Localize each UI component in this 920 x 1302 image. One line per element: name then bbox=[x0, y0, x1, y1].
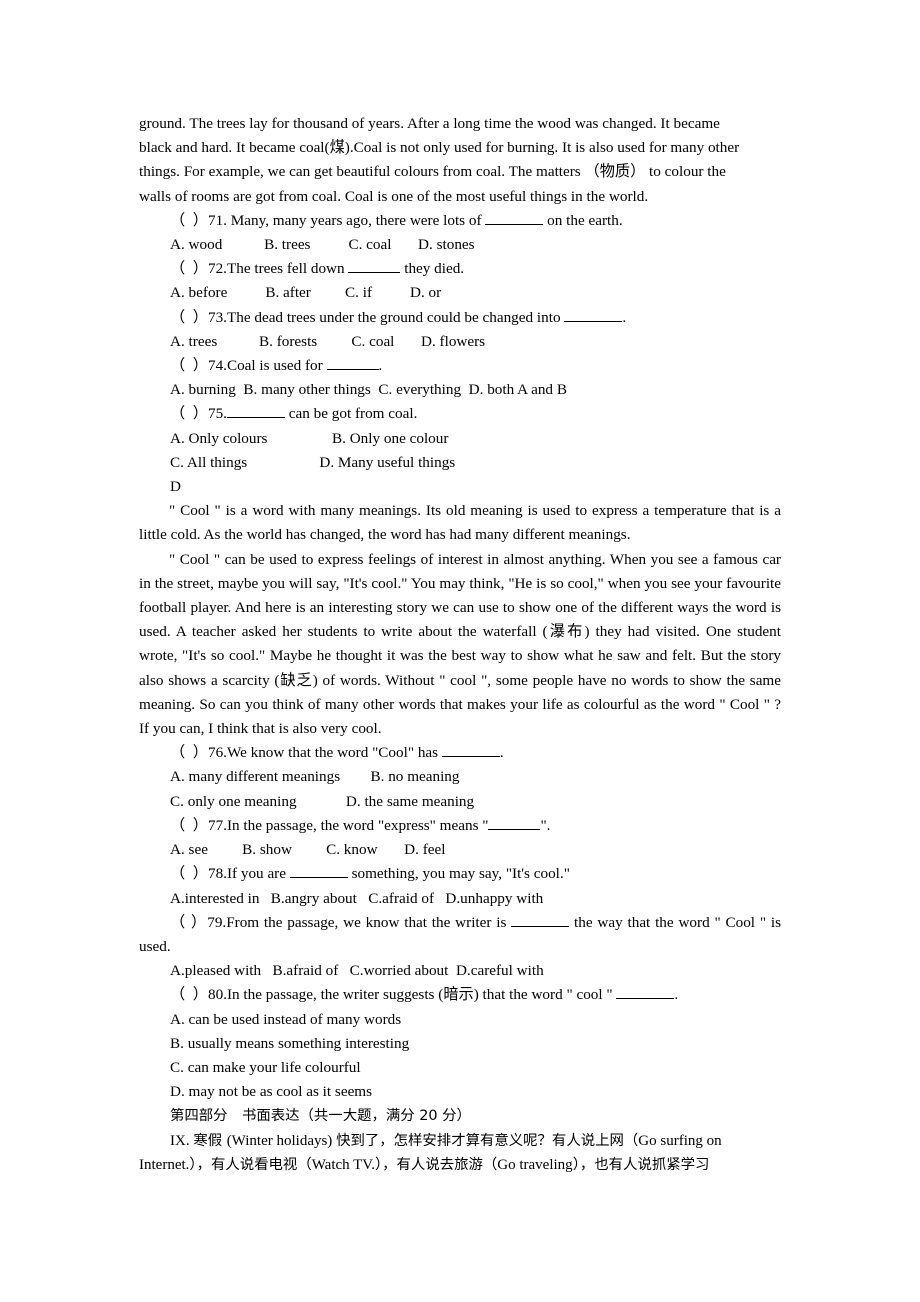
section-four: 第四部分 书面表达（共一大题，满分 20 分） IX. 寒假 (Winter h… bbox=[139, 1104, 781, 1177]
question-72-stem: （ ）72.The trees fell down they died. bbox=[139, 257, 781, 281]
passage-coal-line-3: things. For example, we can get beautifu… bbox=[139, 163, 726, 181]
question-76-stem-suffix: . bbox=[499, 744, 504, 762]
passage-cool: " Cool " is a word with many meanings. I… bbox=[139, 499, 781, 741]
question-71-blank bbox=[485, 223, 544, 225]
question-77-options[interactable]: A. see B. show C. know D. feel bbox=[139, 838, 781, 862]
question-78-stem-suffix: something, you may say, "It's cool." bbox=[347, 865, 570, 883]
section-four-prompt-line-2: Internet.），有人说看电视（Watch TV.），有人说去旅游（Go t… bbox=[139, 1153, 781, 1177]
section-four-heading: 第四部分 书面表达（共一大题，满分 20 分） bbox=[170, 1108, 471, 1125]
prompt-line1-cn: 快到了，怎样安排才算有意义呢？有人说上网（ bbox=[336, 1132, 639, 1149]
passage-cool-paragraph-1: " Cool " is a word with many meanings. I… bbox=[139, 502, 781, 544]
question-74-stem-suffix: . bbox=[378, 357, 383, 375]
question-74-stem: （ ）74.Coal is used for . bbox=[139, 354, 781, 378]
question-71-stem: （ ）71. Many, many years ago, there were … bbox=[139, 209, 781, 233]
question-78-stem: （ ）78.If you are something, you may say,… bbox=[139, 862, 781, 886]
question-76-stem: （ ）76.We know that the word "Cool" has . bbox=[139, 741, 781, 765]
passage-coal-line-1: ground. The trees lay for thousand of ye… bbox=[139, 115, 720, 132]
question-79-blank bbox=[511, 925, 570, 927]
answer-mark: D bbox=[170, 478, 181, 496]
section-four-prompt-line-1: IX. 寒假 (Winter holidays) 快到了，怎样安排才算有意义呢？… bbox=[139, 1129, 781, 1153]
question-80-option-c[interactable]: C. can make your life colourful bbox=[139, 1056, 781, 1080]
prompt-travel-cn: ），有人说去旅游（ bbox=[374, 1156, 498, 1173]
question-80-blank bbox=[616, 998, 675, 1000]
question-71-options[interactable]: A. wood B. trees C. coal D. stones bbox=[139, 233, 781, 257]
prompt-go-surfing: Go surfing on bbox=[638, 1132, 722, 1149]
question-76-options-row-2[interactable]: C. only one meaning D. the same meaning bbox=[139, 790, 781, 814]
question-77-stem-suffix: ". bbox=[540, 816, 551, 834]
question-73-blank bbox=[564, 320, 623, 322]
question-74-options[interactable]: A. burning B. many other things C. every… bbox=[139, 378, 781, 402]
question-72-options[interactable]: A. before B. after C. if D. or bbox=[139, 281, 781, 305]
question-72-stem-prefix: （ ）72.The trees fell down bbox=[170, 260, 349, 278]
question-72-stem-suffix: they died. bbox=[400, 260, 465, 278]
prompt-winter-en: (Winter holidays) bbox=[226, 1132, 337, 1149]
question-77-stem: （ ）77.In the passage, the word "express"… bbox=[139, 814, 781, 838]
prompt-roman-numeral: IX. bbox=[170, 1132, 194, 1149]
question-72-blank bbox=[348, 272, 401, 274]
question-76-options-row-1[interactable]: A. many different meanings B. no meaning bbox=[139, 765, 781, 789]
question-80-stem: （ ）80.In the passage, the writer suggest… bbox=[139, 983, 781, 1007]
prompt-watch-tv-en: Watch TV. bbox=[311, 1156, 375, 1173]
question-79-stem-part-1: （ ）79.From the passage, we know that the… bbox=[170, 913, 512, 931]
question-79-options[interactable]: A.pleased with B.afraid of C.worried abo… bbox=[139, 959, 781, 983]
question-80-option-b[interactable]: B. usually means something interesting bbox=[139, 1032, 781, 1056]
question-71-stem-suffix: on the earth. bbox=[543, 211, 623, 229]
question-80-option-a[interactable]: A. can be used instead of many words bbox=[139, 1008, 781, 1032]
question-group-71-75: （ ）71. Many, many years ago, there were … bbox=[139, 209, 781, 499]
question-71-stem-prefix: （ ）71. Many, many years ago, there were … bbox=[170, 211, 486, 229]
question-76-stem-prefix: （ ）76.We know that the word "Cool" has bbox=[170, 744, 442, 762]
prompt-watch-tv-cn: ），有人说看电视（ bbox=[189, 1156, 312, 1173]
question-group-76-80: （ ）76.We know that the word "Cool" has .… bbox=[139, 741, 781, 1104]
question-77-blank bbox=[488, 828, 541, 830]
question-76-blank bbox=[441, 756, 500, 758]
prompt-internet: Internet. bbox=[139, 1156, 190, 1173]
question-75-options-row-2[interactable]: C. All things D. Many useful things bbox=[139, 451, 781, 475]
question-74-blank bbox=[326, 369, 379, 371]
question-80-option-d[interactable]: D. may not be as cool as it seems bbox=[139, 1080, 781, 1104]
question-75-stem-prefix: （ ）75. bbox=[170, 405, 227, 423]
question-75-stem: （ ）75. can be got from coal. bbox=[139, 402, 781, 426]
passage-cool-paragraph-2: " Cool " can be used to express feelings… bbox=[139, 550, 781, 738]
question-74-stem-prefix: （ ）74.Coal is used for bbox=[170, 357, 327, 375]
question-73-stem: （ ）73.The dead trees under the ground co… bbox=[139, 306, 781, 330]
passage-coal: ground. The trees lay for thousand of ye… bbox=[139, 112, 781, 209]
question-75-options-row-1[interactable]: A. Only colours B. Only one colour bbox=[139, 427, 781, 451]
question-80-stem-suffix: . bbox=[674, 986, 679, 1004]
question-80-stem-prefix: （ ）80.In the passage, the writer suggest… bbox=[170, 986, 617, 1004]
document-page: ground. The trees lay for thousand of ye… bbox=[0, 0, 920, 1302]
prompt-study-cn: ），也有人说抓紧学习 bbox=[572, 1156, 710, 1173]
question-78-stem-prefix: （ ）78.If you are bbox=[170, 865, 290, 883]
question-78-blank bbox=[289, 877, 348, 879]
question-73-stem-prefix: （ ）73.The dead trees under the ground co… bbox=[170, 308, 565, 326]
passage-coal-line-2: black and hard. It became coal(煤).Coal i… bbox=[139, 139, 740, 157]
prompt-go-traveling: Go traveling bbox=[497, 1156, 573, 1173]
question-75-blank bbox=[226, 417, 285, 419]
question-78-options[interactable]: A.interested in B.angry about C.afraid o… bbox=[139, 887, 781, 911]
question-73-options[interactable]: A. trees B. forests C. coal D. flowers bbox=[139, 330, 781, 354]
passage-coal-line-4: walls of rooms are got from coal. Coal i… bbox=[139, 187, 649, 205]
question-73-stem-suffix: . bbox=[622, 308, 627, 326]
question-77-stem-prefix: （ ）77.In the passage, the word "express"… bbox=[170, 816, 489, 834]
question-79-stem: （ ）79.From the passage, we know that the… bbox=[139, 911, 781, 959]
question-75-stem-suffix: can be got from coal. bbox=[284, 405, 418, 423]
prompt-winter-cn: 寒假 bbox=[193, 1132, 227, 1149]
document-body: ground. The trees lay for thousand of ye… bbox=[139, 112, 781, 1177]
